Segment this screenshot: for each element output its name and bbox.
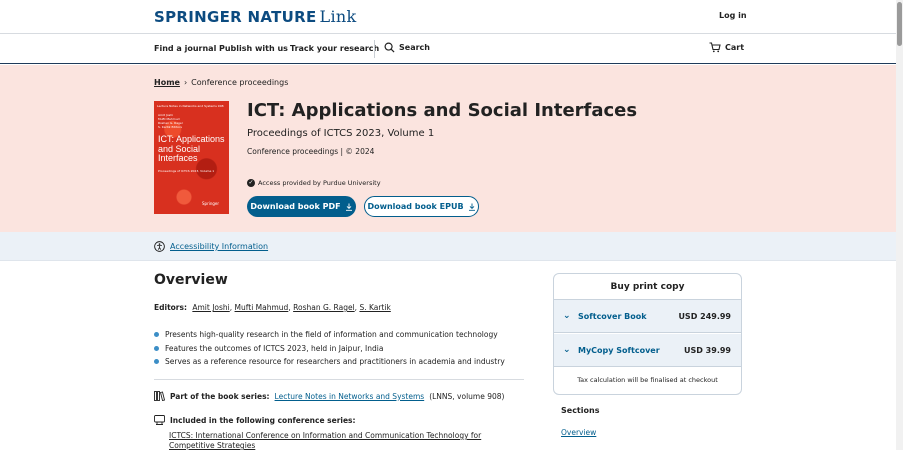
conference-label: Included in the following conference ser… [170, 415, 356, 425]
series-link[interactable]: Lecture Notes in Networks and Systems [275, 392, 425, 401]
editor-link[interactable]: Mufti Mahmud [235, 303, 289, 312]
tax-note: Tax calculation will be finalised at che… [577, 376, 718, 384]
editor-link[interactable]: Amit Joshi [192, 303, 229, 312]
editors-line: Editors: Amit Joshi, Mufti Mahmud, Rosha… [154, 303, 391, 312]
page-scrollbar[interactable] [896, 0, 903, 450]
main-nav: Find a journal Publish with us Track you… [0, 34, 896, 64]
cover-author: S. Kartik Editors [158, 125, 182, 129]
buy-print-copy-panel: Buy print copy ⌄ Softcover Book USD 249.… [553, 273, 742, 395]
cover-authors: Amit Joshi Mufti Mahmud Roshan G. Ragel … [158, 113, 183, 129]
bullet-dot [154, 345, 159, 351]
highlights-list: Presents high-quality research in the fi… [154, 328, 505, 369]
list-item: Features the outcomes of ICTCS 2023, hel… [154, 342, 505, 356]
cover-subtitle: Proceedings of ICTCS 2023, Volume 1 [158, 169, 215, 173]
list-item-text: Presents high-quality research in the fi… [165, 330, 498, 340]
accessibility-information-link[interactable]: Accessibility Information [154, 241, 268, 252]
sections-link-overview[interactable]: Overview [561, 428, 596, 437]
book-cover-image: Lecture Notes in Networks and Systems 90… [154, 101, 229, 214]
cart-button[interactable]: Cart [709, 42, 744, 53]
conference-series-line: Included in the following conference ser… [154, 415, 356, 425]
bullet-dot [154, 332, 159, 338]
accessibility-icon [154, 241, 165, 252]
book-meta: Conference proceedings | © 2024 [247, 147, 375, 156]
editor-link[interactable]: S. Kartik [359, 303, 390, 312]
cart-icon [709, 42, 721, 53]
search-icon [384, 42, 395, 53]
cover-title: ICT: Applications and Social Interfaces [158, 134, 225, 163]
buy-option-name: MyCopy Softcover [578, 346, 660, 355]
check-icon: ✓ [247, 179, 255, 187]
accessibility-bar: Accessibility Information [0, 232, 896, 261]
sections-heading: Sections [561, 406, 600, 415]
overview-heading: Overview [154, 272, 228, 288]
brand-link-word: Link [319, 7, 357, 26]
cart-label: Cart [725, 43, 745, 52]
scrollbar-thumb[interactable] [897, 2, 902, 46]
breadcrumb-home[interactable]: Home [154, 78, 180, 87]
download-icon [345, 203, 352, 211]
chevron-down-icon: ⌄ [563, 311, 571, 321]
buy-option-price: USD 249.99 [678, 312, 731, 321]
buy-print-copy-heading: Buy print copy [554, 274, 741, 300]
top-bar: SPRINGER NATURE Link Log in [0, 0, 896, 34]
book-title: ICT: Applications and Social Interfaces [247, 100, 638, 121]
book-subtitle: Proceedings of ICTCS 2023, Volume 1 [247, 128, 435, 139]
download-epub-label: Download book EPUB [367, 202, 464, 211]
search-button[interactable]: Search [384, 42, 430, 53]
download-pdf-label: Download book PDF [250, 202, 341, 211]
list-item: Serves as a reference resource for resea… [154, 355, 505, 369]
cover-series-line: Lecture Notes in Networks and Systems 90… [157, 104, 224, 108]
nav-divider [374, 40, 375, 58]
access-notice: ✓ Access provided by Purdue University [247, 179, 381, 187]
accessibility-link-text: Accessibility Information [170, 242, 269, 251]
breadcrumb-current: Conference proceedings [191, 78, 289, 87]
buy-option-softcover[interactable]: ⌄ Softcover Book USD 249.99 [554, 300, 741, 333]
access-text: Access provided by Purdue University [258, 179, 381, 187]
download-pdf-button[interactable]: Download book PDF [247, 196, 356, 217]
login-link[interactable]: Log in [719, 11, 747, 20]
brand-name: SPRINGER NATURE [154, 8, 317, 26]
series-label: Part of the book series: [170, 391, 270, 401]
download-icon [468, 203, 475, 211]
list-item-text: Serves as a reference resource for resea… [165, 357, 505, 367]
breadcrumb-separator: › [183, 78, 188, 87]
book-series-icon [154, 391, 165, 401]
download-epub-button[interactable]: Download book EPUB [364, 196, 479, 217]
series-suffix: (LNNS, volume 908) [429, 391, 505, 401]
cover-publisher: Springer [202, 201, 220, 206]
nav-track-research[interactable]: Track your research [290, 44, 379, 53]
buy-option-name: Softcover Book [578, 312, 647, 321]
editors-label: Editors: [154, 303, 187, 312]
nav-publish-with-us[interactable]: Publish with us [219, 44, 288, 53]
list-item-text: Features the outcomes of ICTCS 2023, hel… [165, 343, 384, 353]
buy-option-price: USD 39.99 [684, 346, 731, 355]
list-item: Presents high-quality research in the fi… [154, 328, 505, 342]
conference-series-link[interactable]: ICTCS: International Conference on Infor… [169, 431, 529, 451]
conference-icon [154, 415, 165, 425]
editor-link[interactable]: Roshan G. Ragel [293, 303, 355, 312]
book-series-line: Part of the book series: Lecture Notes i… [154, 391, 504, 401]
divider [154, 379, 524, 380]
breadcrumb: Home › Conference proceedings [154, 78, 288, 87]
chevron-down-icon: ⌄ [563, 345, 571, 355]
search-label: Search [399, 43, 430, 52]
buy-option-mycopy[interactable]: ⌄ MyCopy Softcover USD 39.99 [554, 334, 741, 367]
book-hero: Home › Conference proceedings Lecture Note… [0, 65, 896, 232]
nav-find-journal[interactable]: Find a journal [154, 44, 216, 53]
bullet-dot [154, 359, 159, 365]
springer-nature-link-logo[interactable]: SPRINGER NATURE Link [154, 7, 356, 26]
